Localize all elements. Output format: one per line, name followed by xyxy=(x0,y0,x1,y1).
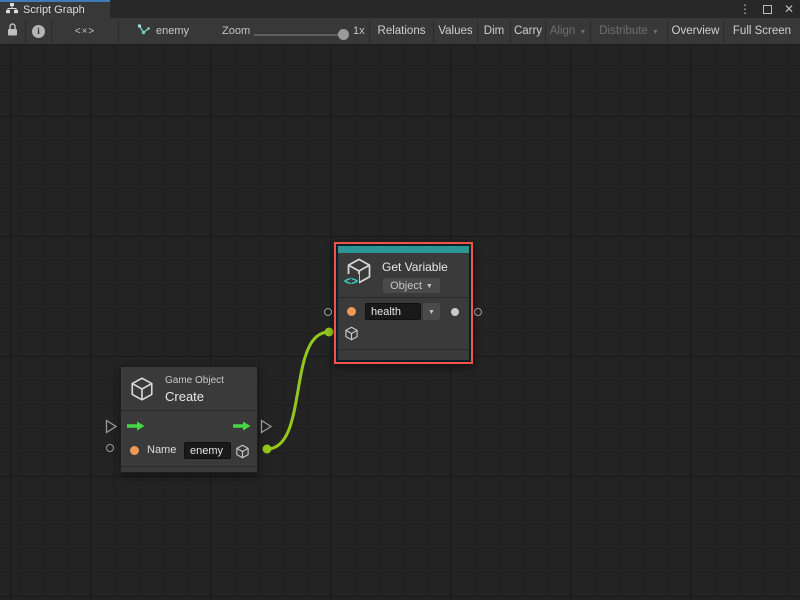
chevron-down-icon: ▼ xyxy=(652,29,659,36)
window-menu-icon[interactable]: ⋮ xyxy=(738,2,752,16)
game-object-cube-icon xyxy=(129,376,155,405)
create-node-category: Game Object xyxy=(165,375,224,386)
code-icon: <×> xyxy=(75,26,96,37)
create-node-footer xyxy=(121,467,257,477)
node-get-variable-selection[interactable]: <> Get Variable Object ▼ ▼ xyxy=(334,242,473,364)
variable-name-row: ▼ xyxy=(338,298,469,324)
chevron-down-icon: ▼ xyxy=(426,283,433,290)
graph-name-label: enemy xyxy=(156,25,189,37)
variable-scope-dropdown[interactable]: Object ▼ xyxy=(383,278,440,293)
graph-icon xyxy=(137,24,150,38)
zoom-value: 1x xyxy=(353,18,365,44)
dim-button[interactable]: Dim xyxy=(478,18,510,44)
game-object-output-icon[interactable] xyxy=(235,444,250,462)
value-output-port-icon[interactable] xyxy=(451,308,459,316)
align-dropdown[interactable]: Align ▼ xyxy=(546,18,590,44)
code-angle-brackets-icon: <> xyxy=(343,274,359,288)
zoom-slider[interactable] xyxy=(254,34,346,36)
create-flow-row xyxy=(121,411,257,441)
values-button[interactable]: Values xyxy=(434,18,477,44)
chevron-down-icon: ▼ xyxy=(579,29,586,36)
get-variable-header[interactable]: <> Get Variable Object ▼ xyxy=(338,253,469,297)
name-input[interactable] xyxy=(184,442,231,459)
inspect-button[interactable]: i xyxy=(26,18,51,44)
tab-bar: Script Graph ⋮ ✕ xyxy=(0,0,800,18)
flow-output-port[interactable] xyxy=(260,419,273,437)
flow-output-arrow-icon[interactable] xyxy=(233,421,251,434)
maximize-icon[interactable] xyxy=(760,2,774,16)
graph-breadcrumb[interactable]: enemy xyxy=(137,18,189,44)
variable-name-value-port[interactable] xyxy=(324,308,332,316)
variable-picker-dropdown[interactable]: ▼ xyxy=(423,303,440,320)
string-port-icon[interactable] xyxy=(130,446,139,455)
relations-button[interactable]: Relations xyxy=(370,18,433,44)
get-variable-footer xyxy=(338,350,469,361)
graph-hierarchy-icon xyxy=(6,3,18,17)
window-controls: ⋮ ✕ xyxy=(738,0,796,18)
variable-node-stripe xyxy=(338,246,469,253)
close-icon[interactable]: ✕ xyxy=(782,2,796,16)
string-port-icon[interactable] xyxy=(347,307,356,316)
graph-canvas[interactable]: Game Object Create Name xyxy=(0,45,800,600)
info-icon: i xyxy=(32,25,45,38)
lock-icon xyxy=(7,23,18,39)
variable-name-input[interactable] xyxy=(365,303,421,320)
get-variable-title: Get Variable xyxy=(382,260,448,274)
code-preview-button[interactable]: <×> xyxy=(52,18,118,44)
lock-button[interactable] xyxy=(0,18,25,44)
create-name-row: Name xyxy=(121,441,257,463)
overview-button[interactable]: Overview xyxy=(668,18,723,44)
flow-input-arrow-icon[interactable] xyxy=(127,421,145,434)
graph-toolbar: i <×> enemy Zoom 1x Relations Values xyxy=(0,18,800,45)
game-object-input-icon[interactable] xyxy=(344,326,359,344)
tab-title: Script Graph xyxy=(23,4,85,16)
fullscreen-button[interactable]: Full Screen xyxy=(724,18,800,44)
flow-input-port[interactable] xyxy=(105,419,118,437)
create-node-title: Create xyxy=(165,389,204,404)
distribute-dropdown[interactable]: Distribute ▼ xyxy=(591,18,667,44)
variable-object-row xyxy=(338,324,469,348)
variable-value-output-port[interactable] xyxy=(474,308,482,316)
name-value-port[interactable] xyxy=(106,444,114,452)
name-param-label: Name xyxy=(147,444,176,456)
chevron-down-icon: ▼ xyxy=(428,309,435,316)
create-node-header[interactable]: Game Object Create xyxy=(121,367,257,410)
node-create-game-object[interactable]: Game Object Create Name xyxy=(120,366,258,473)
zoom-slider-handle[interactable] xyxy=(338,29,349,40)
tab-script-graph[interactable]: Script Graph xyxy=(0,0,110,18)
zoom-label: Zoom xyxy=(222,18,250,44)
carry-button[interactable]: Carry xyxy=(511,18,545,44)
script-graph-window: Script Graph ⋮ ✕ i <×> xyxy=(0,0,800,600)
node-get-variable[interactable]: <> Get Variable Object ▼ ▼ xyxy=(338,246,469,360)
